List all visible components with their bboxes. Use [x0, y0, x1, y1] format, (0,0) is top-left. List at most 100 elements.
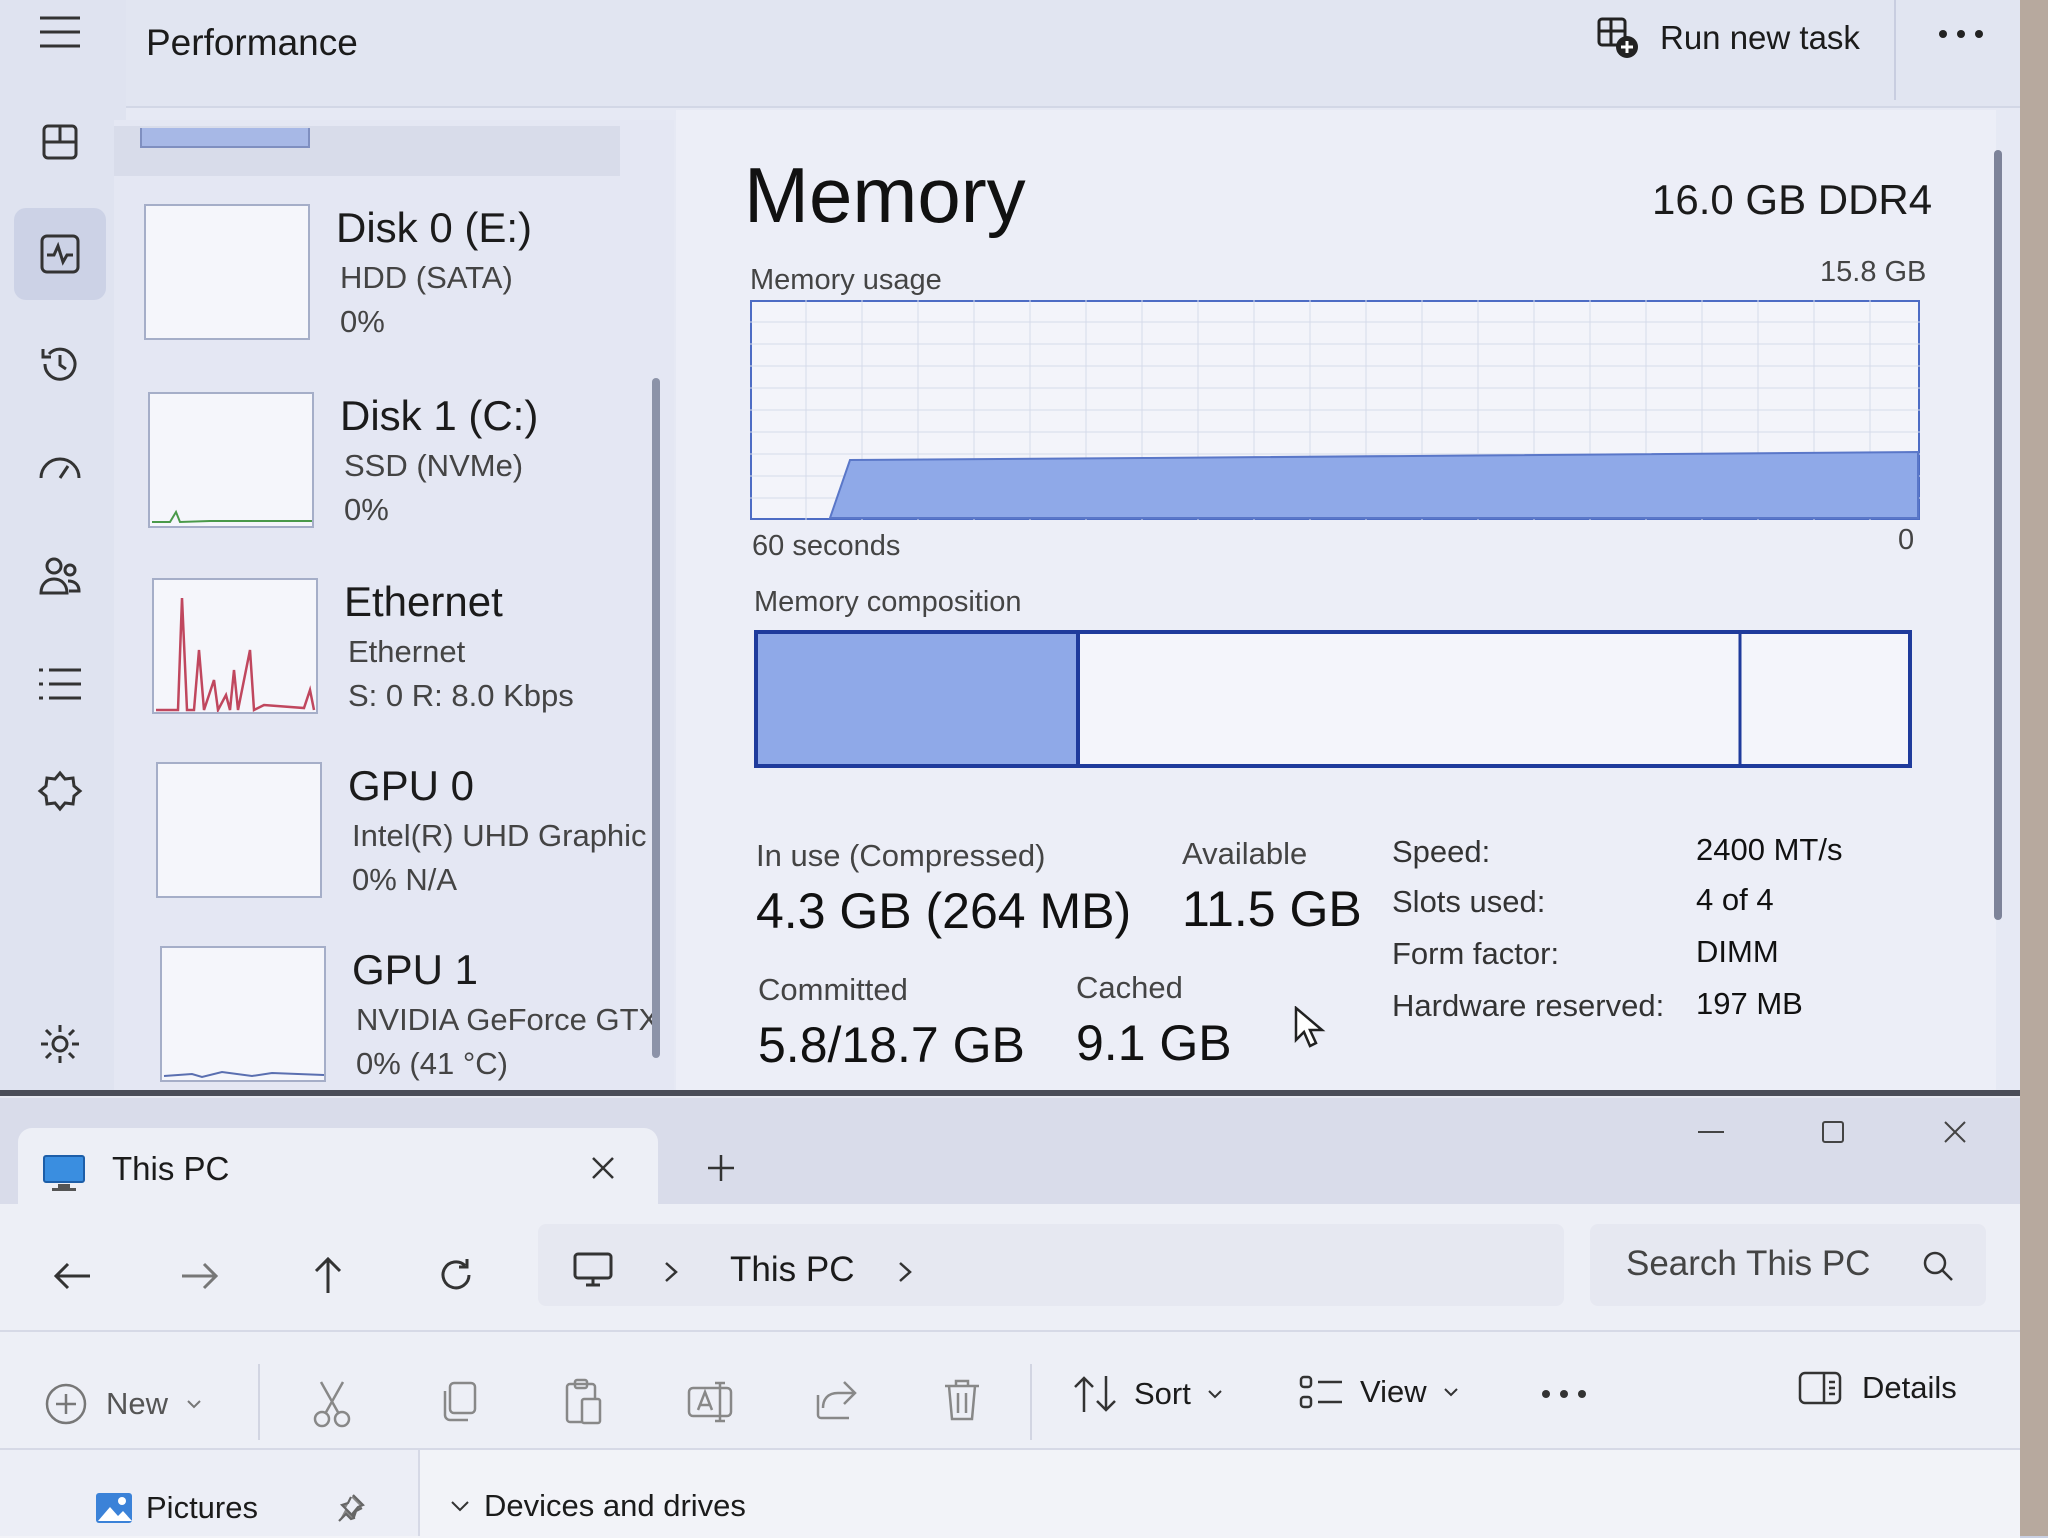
processes-icon[interactable]: [14, 96, 106, 188]
add-icon: [45, 1383, 87, 1425]
new-label: New: [106, 1386, 169, 1421]
header-divider: [1894, 0, 1896, 100]
in-use-value: 4.3 GB (264 MB): [756, 883, 1132, 939]
device-item-disk-0[interactable]: Disk 0 (E:) HDD (SATA) 0%: [114, 204, 674, 384]
device-type: HDD (SATA): [340, 260, 513, 295]
chevron-right-icon[interactable]: [890, 1254, 920, 1290]
in-use-segment: [758, 634, 1078, 764]
run-new-task-label: Run new task: [1660, 19, 1860, 56]
memory-usage-max: 15.8 GB: [1820, 256, 1927, 288]
more-options-button[interactable]: [1926, 6, 1996, 62]
sort-button[interactable]: Sort: [1072, 1374, 1223, 1414]
chevron-right-icon[interactable]: [656, 1254, 686, 1290]
monitor-icon: [42, 1154, 86, 1192]
device-type: Intel(R) UHD Graphic: [352, 818, 647, 853]
search-icon[interactable]: [1918, 1246, 1958, 1286]
memory-usage-label: Memory usage: [750, 264, 942, 296]
navigation-rail: [0, 0, 126, 1100]
run-new-task-button[interactable]: Run new task: [1596, 10, 1860, 66]
view-button[interactable]: View: [1298, 1374, 1459, 1410]
back-arrow-icon[interactable]: [44, 1254, 100, 1298]
app-history-icon[interactable]: [14, 318, 106, 410]
chevron-down-icon: [1208, 1390, 1222, 1399]
this-pc-icon: [566, 1248, 620, 1292]
paste-icon[interactable]: [556, 1372, 612, 1432]
view-icon: [1299, 1375, 1342, 1409]
tab-title: This PC: [112, 1150, 230, 1187]
view-label: View: [1360, 1374, 1427, 1409]
users-icon[interactable]: [14, 530, 106, 622]
device-list-scrollbar[interactable]: [652, 378, 660, 1058]
settings-icon[interactable]: [14, 998, 106, 1090]
maximize-icon[interactable]: [1808, 1112, 1858, 1152]
page-title: Performance: [146, 22, 358, 63]
details-icon[interactable]: [14, 638, 106, 730]
sidebar-item-pictures[interactable]: Pictures: [94, 1490, 258, 1526]
device-name: Disk 1 (C:): [340, 392, 539, 439]
disk-1-thumbnail: [148, 392, 314, 528]
spec-key: Slots used:: [1392, 884, 1546, 919]
device-type: Ethernet: [348, 634, 466, 669]
up-arrow-icon[interactable]: [300, 1250, 356, 1300]
more-commands-button[interactable]: [1534, 1374, 1594, 1414]
address-bar[interactable]: [538, 1224, 1564, 1306]
memory-composition-bar: [754, 624, 1914, 770]
chevron-down-icon: [1443, 1388, 1458, 1397]
section-header-devices-and-drives[interactable]: Devices and drives: [450, 1488, 746, 1524]
services-icon[interactable]: [14, 746, 106, 838]
sidebar-item-label: Pictures: [146, 1490, 258, 1525]
details-button[interactable]: Details: [1798, 1370, 1957, 1406]
sort-icon: [1074, 1376, 1116, 1412]
delete-icon[interactable]: [934, 1372, 990, 1428]
device-item-gpu-0[interactable]: GPU 0 Intel(R) UHD Graphic 0% N/A: [126, 762, 686, 942]
close-tab-icon[interactable]: [578, 1148, 628, 1188]
device-usage: S: 0 R: 8.0 Kbps: [348, 678, 574, 713]
device-name: GPU 1: [352, 946, 479, 993]
section-header-label: Devices and drives: [484, 1488, 746, 1523]
graph-axis-left: 60 seconds: [752, 530, 901, 562]
refresh-icon[interactable]: [428, 1250, 484, 1300]
sort-label: Sort: [1134, 1376, 1191, 1411]
rename-icon[interactable]: [682, 1374, 738, 1430]
cached-label: Cached: [1076, 970, 1183, 1005]
new-button[interactable]: New: [44, 1382, 202, 1426]
new-tab-icon[interactable]: [694, 1146, 748, 1190]
close-window-icon[interactable]: [1930, 1112, 1980, 1152]
device-type: NVIDIA GeForce GTX: [356, 1002, 660, 1037]
memory-total: 16.0 GB DDR4: [1652, 176, 1933, 223]
available-value: 11.5 GB: [1182, 881, 1362, 937]
pin-icon[interactable]: [334, 1490, 368, 1526]
startup-apps-icon[interactable]: [14, 424, 106, 516]
memory-composition-label: Memory composition: [754, 586, 1022, 618]
disk-0-thumbnail: [144, 204, 310, 340]
device-item-ethernet[interactable]: Ethernet Ethernet S: 0 R: 8.0 Kbps: [122, 578, 682, 758]
detail-scrollbar[interactable]: [1994, 150, 2002, 920]
copy-icon[interactable]: [430, 1374, 486, 1430]
device-type: SSD (NVMe): [344, 448, 524, 483]
details-pane-icon: [1798, 1371, 1842, 1405]
spec-value: 4 of 4: [1696, 882, 1774, 917]
device-usage: 0%: [340, 304, 385, 339]
details-label: Details: [1862, 1370, 1957, 1405]
device-usage: 0%: [344, 492, 389, 527]
spec-key: Form factor:: [1392, 936, 1560, 971]
spec-value: 2400 MT/s: [1696, 832, 1843, 867]
device-usage: 0% (41 °C): [356, 1046, 508, 1081]
spec-value: DIMM: [1696, 934, 1779, 969]
in-use-label: In use (Compressed): [756, 838, 1046, 873]
command-bar: [0, 1330, 2020, 1450]
toolbar-divider: [258, 1364, 260, 1440]
run-task-icon: [1596, 16, 1640, 60]
spec-key: Speed:: [1392, 834, 1491, 869]
search-input[interactable]: Search This PC: [1626, 1244, 1870, 1284]
spec-value: 197 MB: [1696, 986, 1803, 1021]
device-item-disk-1[interactable]: Disk 1 (C:) SSD (NVMe) 0%: [118, 392, 678, 572]
forward-arrow-icon[interactable]: [172, 1254, 228, 1298]
performance-icon[interactable]: [14, 208, 106, 300]
device-name: Ethernet: [344, 578, 503, 625]
share-icon[interactable]: [808, 1372, 864, 1428]
minimize-icon[interactable]: [1686, 1112, 1736, 1152]
cut-icon[interactable]: [304, 1376, 360, 1432]
hamburger-menu-icon[interactable]: [14, 0, 106, 78]
breadcrumb-this-pc[interactable]: This PC: [730, 1250, 854, 1290]
